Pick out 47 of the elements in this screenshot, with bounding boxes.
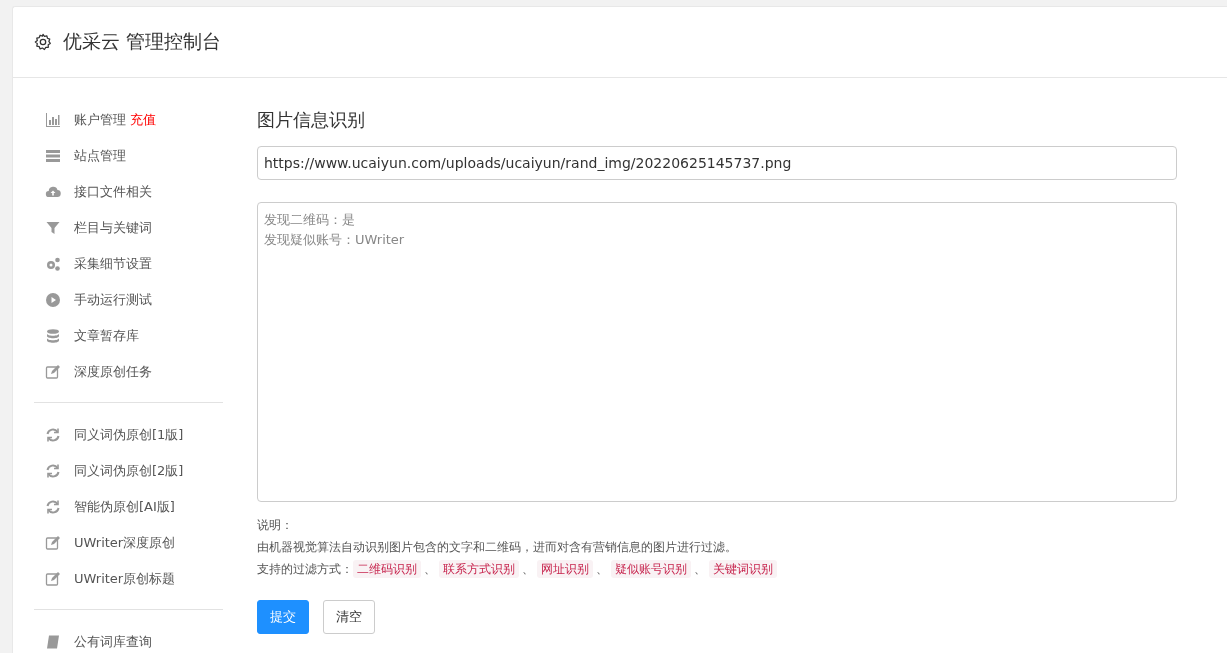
filter-tag: 联系方式识别 xyxy=(439,560,519,578)
filter-icon xyxy=(45,220,61,236)
sidebar-item[interactable]: 文章暂存库 xyxy=(74,327,139,345)
section-title: 图片信息识别 xyxy=(257,108,366,132)
clear-button[interactable]: 清空 xyxy=(323,600,375,634)
separator-text: 、 xyxy=(424,561,436,578)
description-text: 由机器视觉算法自动识别图片包含的文字和二维码，进而对含有营销信息的图片进行过滤。 xyxy=(257,539,738,556)
url-field[interactable]: https://www.ucaiyun.com/uploads/ucaiyun/rand_img/20220625145737.png xyxy=(257,146,1177,180)
sidebar-item[interactable]: 接口文件相关 xyxy=(74,183,152,201)
refresh-icon xyxy=(45,463,61,479)
console-title: 优采云 管理控制台 xyxy=(63,29,222,54)
sidebar-item[interactable]: 栏目与关键词 xyxy=(74,219,152,237)
server-icon xyxy=(45,148,61,164)
gears-icon xyxy=(45,256,61,272)
edit-icon xyxy=(45,535,61,551)
edit-icon xyxy=(45,364,61,380)
filter-tag: 关键词识别 xyxy=(709,560,777,578)
filter-tag: 二维码识别 xyxy=(353,560,421,578)
refresh-icon xyxy=(45,427,61,443)
separator-text: 、 xyxy=(596,561,608,578)
sidebar-item[interactable]: 账户管理 xyxy=(74,111,126,129)
play-icon xyxy=(45,292,61,308)
sidebar-item[interactable]: 智能伪原创[AI版] xyxy=(74,498,175,516)
sidebar-item[interactable]: 同义词伪原创[1版] xyxy=(74,426,184,444)
sidebar-item[interactable]: 手动运行测试 xyxy=(74,291,152,309)
result-box[interactable]: 发现二维码：是 发现疑似账号：UWriter xyxy=(257,202,1177,502)
sidebar-item[interactable]: 公有词库查询 xyxy=(74,633,152,651)
book-icon xyxy=(45,634,61,650)
separator-text: 、 xyxy=(522,561,534,578)
sidebar-item[interactable]: 站点管理 xyxy=(74,147,126,165)
filter-tag: 网址识别 xyxy=(537,560,593,578)
sidebar-item[interactable]: 同义词伪原创[2版] xyxy=(74,462,184,480)
bar-chart-icon xyxy=(45,112,61,128)
notes-heading: 说明： xyxy=(257,517,294,534)
sidebar-item[interactable]: 采集细节设置 xyxy=(74,255,152,273)
edit-icon xyxy=(45,571,61,587)
cloud-upload-icon xyxy=(45,184,61,200)
filters-label: 支持的过滤方式： xyxy=(257,561,353,578)
recharge-link[interactable]: 充值 xyxy=(130,111,156,129)
sidebar-item[interactable]: UWriter深度原创 xyxy=(74,534,176,552)
sidebar-item[interactable]: 深度原创任务 xyxy=(74,363,152,381)
database-icon xyxy=(45,328,61,344)
sidebar-item[interactable]: UWriter原创标题 xyxy=(74,570,176,588)
refresh-icon xyxy=(45,499,61,515)
settings-icon xyxy=(34,33,52,51)
separator-text: 、 xyxy=(694,561,706,578)
filter-tag: 疑似账号识别 xyxy=(611,560,691,578)
